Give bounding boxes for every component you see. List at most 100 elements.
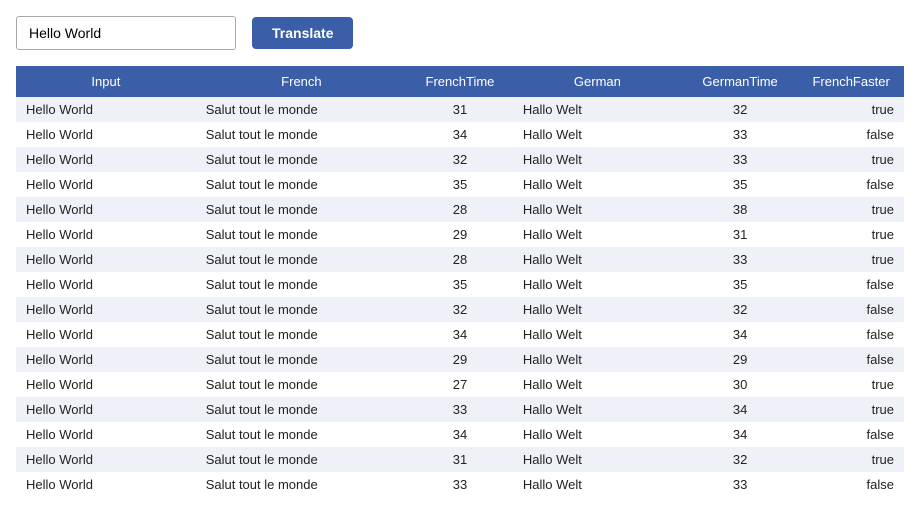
- table-header-row: Input French FrenchTime German GermanTim…: [16, 66, 904, 97]
- cell-row2-col3: Hallo Welt: [513, 147, 682, 172]
- cell-row5-col2: 29: [407, 222, 513, 247]
- cell-row7-col5: false: [798, 272, 904, 297]
- table-row: Hello WorldSalut tout le monde32Hallo We…: [16, 147, 904, 172]
- cell-row6-col0: Hello World: [16, 247, 196, 272]
- cell-row11-col3: Hallo Welt: [513, 372, 682, 397]
- cell-row6-col3: Hallo Welt: [513, 247, 682, 272]
- cell-row15-col3: Hallo Welt: [513, 472, 682, 497]
- cell-row10-col2: 29: [407, 347, 513, 372]
- col-header-german-time: GermanTime: [682, 66, 798, 97]
- cell-row12-col1: Salut tout le monde: [196, 397, 407, 422]
- cell-row11-col0: Hello World: [16, 372, 196, 397]
- cell-row7-col4: 35: [682, 272, 798, 297]
- col-header-input: Input: [16, 66, 196, 97]
- cell-row5-col4: 31: [682, 222, 798, 247]
- cell-row8-col2: 32: [407, 297, 513, 322]
- table-row: Hello WorldSalut tout le monde34Hallo We…: [16, 322, 904, 347]
- cell-row8-col0: Hello World: [16, 297, 196, 322]
- cell-row2-col0: Hello World: [16, 147, 196, 172]
- cell-row15-col1: Salut tout le monde: [196, 472, 407, 497]
- search-input[interactable]: [16, 16, 236, 50]
- cell-row5-col1: Salut tout le monde: [196, 222, 407, 247]
- cell-row13-col1: Salut tout le monde: [196, 422, 407, 447]
- cell-row1-col3: Hallo Welt: [513, 122, 682, 147]
- cell-row11-col4: 30: [682, 372, 798, 397]
- cell-row14-col3: Hallo Welt: [513, 447, 682, 472]
- cell-row9-col2: 34: [407, 322, 513, 347]
- table-row: Hello WorldSalut tout le monde31Hallo We…: [16, 447, 904, 472]
- translate-button[interactable]: Translate: [252, 17, 353, 49]
- results-table: Input French FrenchTime German GermanTim…: [16, 66, 904, 497]
- cell-row15-col5: false: [798, 472, 904, 497]
- cell-row5-col3: Hallo Welt: [513, 222, 682, 247]
- cell-row9-col5: false: [798, 322, 904, 347]
- col-header-french-time: FrenchTime: [407, 66, 513, 97]
- cell-row10-col0: Hello World: [16, 347, 196, 372]
- cell-row15-col0: Hello World: [16, 472, 196, 497]
- cell-row3-col5: false: [798, 172, 904, 197]
- cell-row0-col0: Hello World: [16, 97, 196, 122]
- cell-row11-col5: true: [798, 372, 904, 397]
- cell-row5-col5: true: [798, 222, 904, 247]
- table-row: Hello WorldSalut tout le monde29Hallo We…: [16, 222, 904, 247]
- cell-row12-col2: 33: [407, 397, 513, 422]
- cell-row1-col1: Salut tout le monde: [196, 122, 407, 147]
- cell-row8-col3: Hallo Welt: [513, 297, 682, 322]
- cell-row0-col5: true: [798, 97, 904, 122]
- cell-row2-col5: true: [798, 147, 904, 172]
- cell-row6-col5: true: [798, 247, 904, 272]
- cell-row10-col4: 29: [682, 347, 798, 372]
- cell-row10-col3: Hallo Welt: [513, 347, 682, 372]
- cell-row0-col4: 32: [682, 97, 798, 122]
- cell-row10-col5: false: [798, 347, 904, 372]
- cell-row6-col4: 33: [682, 247, 798, 272]
- cell-row13-col0: Hello World: [16, 422, 196, 447]
- table-row: Hello WorldSalut tout le monde29Hallo We…: [16, 347, 904, 372]
- cell-row15-col4: 33: [682, 472, 798, 497]
- cell-row2-col4: 33: [682, 147, 798, 172]
- cell-row3-col0: Hello World: [16, 172, 196, 197]
- table-row: Hello WorldSalut tout le monde34Hallo We…: [16, 422, 904, 447]
- cell-row7-col1: Salut tout le monde: [196, 272, 407, 297]
- cell-row11-col2: 27: [407, 372, 513, 397]
- cell-row9-col4: 34: [682, 322, 798, 347]
- cell-row8-col4: 32: [682, 297, 798, 322]
- cell-row1-col0: Hello World: [16, 122, 196, 147]
- cell-row8-col1: Salut tout le monde: [196, 297, 407, 322]
- cell-row0-col3: Hallo Welt: [513, 97, 682, 122]
- cell-row2-col2: 32: [407, 147, 513, 172]
- cell-row11-col1: Salut tout le monde: [196, 372, 407, 397]
- cell-row3-col2: 35: [407, 172, 513, 197]
- col-header-german: German: [513, 66, 682, 97]
- cell-row4-col1: Salut tout le monde: [196, 197, 407, 222]
- cell-row1-col2: 34: [407, 122, 513, 147]
- cell-row9-col3: Hallo Welt: [513, 322, 682, 347]
- cell-row4-col5: true: [798, 197, 904, 222]
- cell-row12-col4: 34: [682, 397, 798, 422]
- cell-row4-col2: 28: [407, 197, 513, 222]
- cell-row1-col4: 33: [682, 122, 798, 147]
- cell-row13-col2: 34: [407, 422, 513, 447]
- cell-row13-col4: 34: [682, 422, 798, 447]
- cell-row4-col3: Hallo Welt: [513, 197, 682, 222]
- table-row: Hello WorldSalut tout le monde27Hallo We…: [16, 372, 904, 397]
- table-row: Hello WorldSalut tout le monde34Hallo We…: [16, 122, 904, 147]
- table-row: Hello WorldSalut tout le monde 33Hallo We…: [16, 472, 904, 497]
- table-row: Hello WorldSalut tout le monde35Hallo We…: [16, 172, 904, 197]
- cell-row12-col5: true: [798, 397, 904, 422]
- cell-row2-col1: Salut tout le monde: [196, 147, 407, 172]
- cell-row1-col5: false: [798, 122, 904, 147]
- cell-row3-col4: 35: [682, 172, 798, 197]
- table-row: Hello WorldSalut tout le monde33Hallo We…: [16, 397, 904, 422]
- table-row: Hello WorldSalut tout le monde32Hallo We…: [16, 297, 904, 322]
- cell-row12-col0: Hello World: [16, 397, 196, 422]
- cell-row9-col1: Salut tout le monde: [196, 322, 407, 347]
- cell-row7-col3: Hallo Welt: [513, 272, 682, 297]
- cell-row13-col5: false: [798, 422, 904, 447]
- cell-row10-col1: Salut tout le monde: [196, 347, 407, 372]
- cell-row5-col0: Hello World: [16, 222, 196, 247]
- cell-row12-col3: Hallo Welt: [513, 397, 682, 422]
- cell-row3-col1: Salut tout le monde: [196, 172, 407, 197]
- cell-row6-col1: Salut tout le monde: [196, 247, 407, 272]
- table-row: Hello WorldSalut tout le monde28Hallo We…: [16, 197, 904, 222]
